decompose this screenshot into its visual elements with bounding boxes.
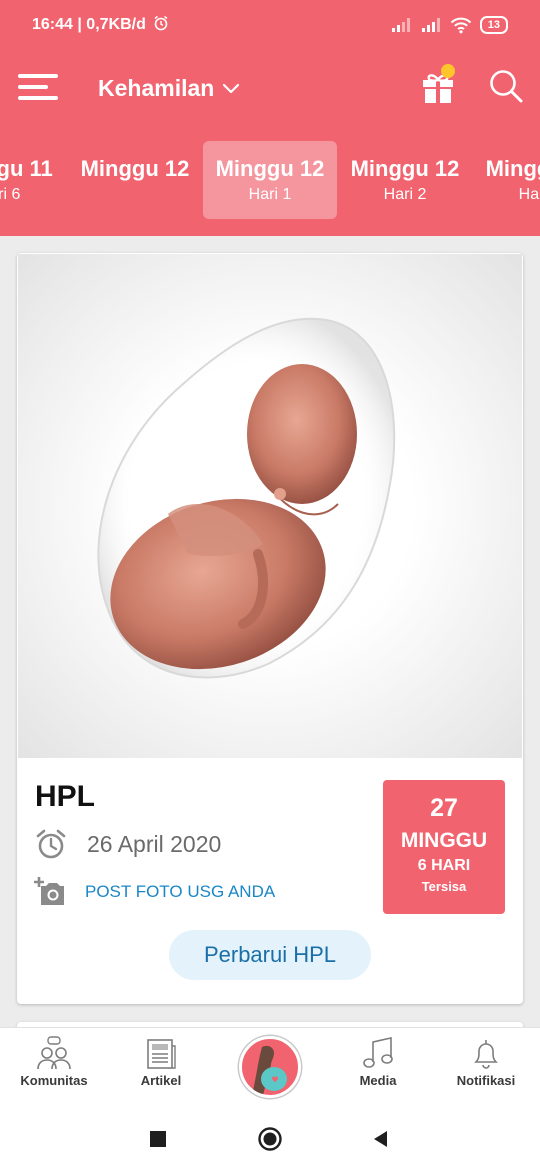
tab-week-11-day-6[interactable]: Minggu 11 Hari 6 (0, 141, 66, 219)
tab-week-label: Minggu 12 (350, 156, 460, 181)
app-bar: Kehamilan (0, 52, 540, 124)
nav-notification[interactable]: Notifikasi (436, 1036, 536, 1098)
community-icon (37, 1036, 71, 1070)
status-time: 16:44 | 0,7KB/d (32, 15, 169, 34)
back-icon[interactable] (368, 1126, 394, 1152)
pregnancy-avatar-icon (252, 1045, 287, 1095)
home-icon[interactable] (257, 1126, 283, 1152)
tab-week-12-day-3[interactable]: Minggu 12 Hari 3 (473, 141, 540, 219)
menu-button[interactable] (18, 72, 60, 104)
add-photo-icon (34, 877, 64, 905)
tab-week-label: Minggu 12 (485, 156, 540, 181)
nav-notification-label: Notifikasi (456, 1073, 516, 1088)
system-nav-bar (0, 1106, 540, 1170)
article-icon (147, 1039, 176, 1069)
nav-pregnancy[interactable] (239, 1036, 301, 1098)
battery-icon: 13 (479, 16, 508, 34)
tab-week-12-day-2[interactable]: Minggu 12 Hari 2 (338, 141, 472, 219)
fetus-image (97, 317, 396, 679)
tab-week-12-day-1[interactable]: Minggu 12 Hari 1 (203, 141, 337, 219)
signal-icon (391, 18, 410, 32)
alarm-clock-icon (36, 829, 66, 859)
week-tabs: Minggu 11 Hari 6 Minggu 12 Minggu 12 Har… (0, 124, 540, 236)
post-usg-link[interactable]: POST FOTO USG ANDA (33, 875, 275, 909)
alarm-icon (154, 15, 168, 31)
app-title: Kehamilan (98, 74, 215, 101)
nav-community[interactable]: Komunitas (4, 1036, 104, 1098)
countdown-badge: 27 MINGGU 6 HARI Tersisa (383, 780, 505, 914)
countdown-remaining: Tersisa (421, 879, 467, 894)
chevron-down-icon (223, 83, 240, 94)
tab-day-label: Hari 1 (248, 186, 292, 203)
music-note-icon (363, 1037, 393, 1068)
tab-week-label: Minggu 11 (0, 156, 53, 181)
tab-week-label: Minggu 12 (215, 156, 325, 181)
nav-community-label: Komunitas (20, 1073, 88, 1088)
nav-media-label: Media (359, 1073, 397, 1088)
due-date-row: 26 April 2020 (35, 827, 221, 861)
post-usg-label: POST FOTO USG ANDA (85, 882, 276, 901)
tab-day-label: Hari 3 (518, 186, 540, 203)
status-bar: 16:44 | 0,7KB/d 13 (0, 0, 540, 52)
fetus-illustration (18, 254, 522, 758)
tab-day-label: Hari 2 (383, 186, 427, 203)
menu-icon (18, 74, 58, 78)
status-time-text: 16:44 | 0,7KB/d (32, 16, 146, 33)
countdown-days: 6 HARI (417, 857, 471, 874)
tab-week-label: Minggu 12 (80, 156, 190, 181)
nav-article-label: Artikel (140, 1073, 182, 1088)
recent-apps-icon[interactable] (145, 1126, 171, 1152)
bottom-nav: Komunitas Artikel Media Notifikasi (0, 1027, 540, 1106)
notification-dot (441, 64, 455, 78)
tab-day-label: Hari 6 (0, 186, 21, 203)
wifi-icon (450, 17, 471, 34)
signal-icon (421, 18, 440, 32)
update-due-date-button[interactable]: Perbarui HPL (169, 930, 371, 980)
nav-article[interactable]: Artikel (111, 1036, 211, 1098)
pregnancy-card: HPL 26 April 2020 POST FOTO USG ANDA 27 … (17, 253, 523, 1004)
bell-icon (474, 1040, 498, 1069)
tab-week-12[interactable]: Minggu 12 (68, 141, 202, 219)
countdown-unit: MINGGU (400, 829, 488, 852)
due-date-value: 26 April 2020 (87, 830, 222, 857)
search-icon[interactable] (488, 68, 524, 104)
countdown-number: 27 (430, 794, 458, 822)
status-icons: 13 (390, 14, 508, 36)
nav-media[interactable]: Media (328, 1036, 428, 1098)
pregnancy-mode-selector[interactable]: Kehamilan (98, 72, 240, 104)
due-date-heading: HPL (35, 780, 95, 813)
